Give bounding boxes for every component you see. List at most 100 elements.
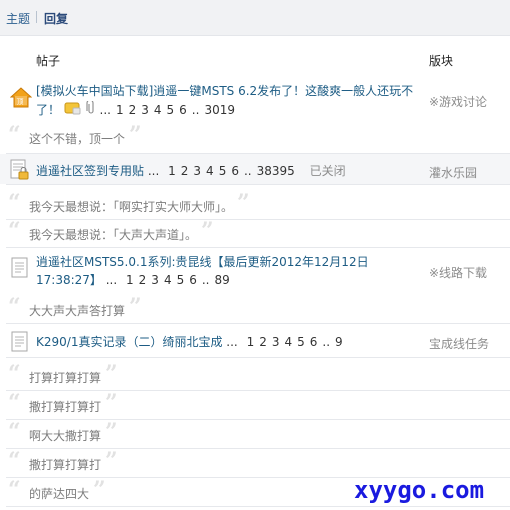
page-link-last[interactable]: 38395 bbox=[257, 164, 295, 178]
row-divider bbox=[6, 357, 510, 358]
reply-row: “ 啊大大撒打算 ” bbox=[0, 420, 510, 449]
thread-title-1-line2[interactable]: 了！ bbox=[36, 103, 60, 117]
page-link[interactable]: 4 bbox=[206, 164, 214, 178]
thread-title-3[interactable]: 逍遥社区MSTS5.0.1系列:贵昆线【最后更新2012年12月12日 bbox=[36, 254, 424, 271]
page-link[interactable]: 4 bbox=[154, 103, 162, 117]
quote-close-icon: ” bbox=[105, 361, 118, 387]
page-link[interactable]: 1 bbox=[168, 164, 176, 178]
row-divider bbox=[6, 184, 510, 185]
page-link[interactable]: 5 bbox=[297, 335, 305, 349]
row-divider bbox=[6, 506, 510, 507]
page-link[interactable]: 3 bbox=[141, 103, 149, 117]
page-link[interactable]: 2 bbox=[129, 103, 137, 117]
thread-icon bbox=[10, 331, 30, 353]
thread-title-3-row2: 17:38:27】 ... 1 2 3 4 5 6.. 89 bbox=[36, 272, 235, 289]
page-link[interactable]: 1 bbox=[116, 103, 124, 117]
thread-2-pager: ... 1 2 3 4 5 6.. 38395 bbox=[148, 164, 304, 178]
column-header-post: 帖子 bbox=[36, 54, 61, 68]
tab-divider bbox=[36, 11, 37, 23]
thread-title-2-row: 逍遥社区签到专用贴 ... 1 2 3 4 5 6.. 38395 已关闭 bbox=[36, 163, 346, 180]
thread-3-forum[interactable]: ※线路下载 bbox=[429, 264, 487, 281]
quote-close-icon: ” bbox=[201, 218, 214, 244]
reply-row: “ 撒打算打算打 ” bbox=[0, 391, 510, 420]
pager-ellipsis: ... bbox=[226, 335, 238, 349]
thread-3-pager: ... 1 2 3 4 5 6.. 89 bbox=[106, 273, 235, 287]
page-link[interactable]: 6 bbox=[231, 164, 239, 178]
quote-open-icon: “ bbox=[8, 419, 21, 445]
quote-open-icon: “ bbox=[8, 477, 21, 503]
page-link[interactable]: 2 bbox=[181, 164, 189, 178]
reply-row: “ 我今天最想说：「啊实打实大师大师」。 ” bbox=[0, 191, 510, 220]
page-link[interactable]: 2 bbox=[139, 273, 147, 287]
page-ellipsis: .. bbox=[243, 164, 252, 178]
page-link[interactable]: 1 bbox=[126, 273, 134, 287]
page-ellipsis: .. bbox=[201, 273, 210, 287]
thread-title-1[interactable]: [模拟火车中国站下载]逍遥一键MSTS 6.2发布了！这酸爽一般人还玩不 bbox=[36, 83, 424, 100]
quote-close-icon: ” bbox=[105, 448, 118, 474]
reply-text[interactable]: 大大声大声答打算 bbox=[29, 302, 125, 319]
reply-row: “ 大大声大声答打算 ” bbox=[0, 295, 510, 324]
page-link[interactable]: 5 bbox=[167, 103, 175, 117]
reward-icon bbox=[64, 101, 82, 120]
reply-row: “ 打算打算打算 ” bbox=[0, 362, 510, 391]
thread-title-4[interactable]: K290/1真实记录（二）绮丽北宝成 bbox=[36, 335, 222, 349]
attachment-icon bbox=[86, 99, 96, 120]
reply-text[interactable]: 撒打算打算打 bbox=[29, 398, 101, 415]
thread-4-forum[interactable]: 宝成线任务 bbox=[429, 335, 489, 352]
quote-open-icon: “ bbox=[8, 218, 21, 244]
page-link[interactable]: 6 bbox=[179, 103, 187, 117]
page-link[interactable]: 4 bbox=[284, 335, 292, 349]
page-link[interactable]: 1 bbox=[247, 335, 255, 349]
reply-text[interactable]: 我今天最想说：「啊实打实大师大师」。 bbox=[29, 198, 233, 215]
quote-open-icon: “ bbox=[8, 361, 21, 387]
page-ellipsis: .. bbox=[322, 335, 331, 349]
reply-text[interactable]: 啊大大撒打算 bbox=[29, 427, 101, 444]
quote-open-icon: “ bbox=[8, 122, 21, 148]
page-link[interactable]: 3 bbox=[193, 164, 201, 178]
thread-4-pager: ... 1 2 3 4 5 6.. 9 bbox=[226, 335, 347, 349]
page-link[interactable]: 3 bbox=[151, 273, 159, 287]
quote-close-icon: ” bbox=[129, 294, 142, 320]
page-link[interactable]: 4 bbox=[164, 273, 172, 287]
page-link[interactable]: 6 bbox=[310, 335, 318, 349]
tab-replies[interactable]: 回复 bbox=[44, 10, 68, 27]
quote-open-icon: “ bbox=[8, 390, 21, 416]
reply-row: “ 我今天最想说：「大声大声道」。 ” bbox=[0, 219, 510, 248]
pager-ellipsis: ... bbox=[147, 164, 160, 178]
thread-title-3-line2[interactable]: 17:38:27】 bbox=[36, 273, 102, 287]
thread-title-1-row2: 了！ ... 1 2 3 4 5 6.. 3019 bbox=[36, 99, 240, 120]
quote-close-icon: ” bbox=[237, 190, 250, 216]
thread-2-forum[interactable]: 灌水乐园 bbox=[429, 164, 477, 181]
tab-bar: 主题 回复 bbox=[0, 0, 510, 36]
page-ellipsis: .. bbox=[191, 103, 200, 117]
closed-status: 已关闭 bbox=[309, 164, 346, 178]
row-divider bbox=[6, 323, 510, 324]
locked-thread-icon bbox=[10, 159, 30, 181]
page-link[interactable]: 3 bbox=[272, 335, 280, 349]
site-watermark: xyygo.com bbox=[354, 476, 485, 504]
page-link[interactable]: 5 bbox=[177, 273, 185, 287]
reply-text[interactable]: 撒打算打算打 bbox=[29, 456, 101, 473]
quote-close-icon: ” bbox=[105, 419, 118, 445]
page-link[interactable]: 6 bbox=[189, 273, 197, 287]
thread-icon bbox=[10, 257, 30, 279]
page-link-last[interactable]: 9 bbox=[335, 335, 343, 349]
row-divider bbox=[6, 247, 510, 248]
thread-title-1-line1[interactable]: [模拟火车中国站下载]逍遥一键MSTS 6.2发布了！这酸爽一般人还玩不 bbox=[36, 83, 424, 100]
reply-text[interactable]: 的萨达四大 bbox=[29, 485, 89, 502]
page-link-last[interactable]: 3019 bbox=[204, 103, 235, 117]
page-link-last[interactable]: 89 bbox=[215, 273, 230, 287]
quote-close-icon: ” bbox=[105, 390, 118, 416]
reply-text[interactable]: 打算打算打算 bbox=[29, 369, 101, 386]
pager-ellipsis: ... bbox=[99, 103, 111, 117]
page-link[interactable]: 5 bbox=[219, 164, 227, 178]
reply-text[interactable]: 这个不错，顶一个 bbox=[29, 130, 125, 147]
page-link[interactable]: 2 bbox=[259, 335, 267, 349]
tab-topics[interactable]: 主题 bbox=[6, 10, 30, 27]
thread-1-forum[interactable]: ※游戏讨论 bbox=[429, 93, 487, 110]
quote-open-icon: “ bbox=[8, 294, 21, 320]
pinned-badge-text: 顶 bbox=[17, 98, 24, 106]
thread-title-2[interactable]: 逍遥社区签到专用贴 bbox=[36, 164, 144, 178]
quote-close-icon: ” bbox=[93, 477, 106, 503]
reply-text[interactable]: 我今天最想说：「大声大声道」。 bbox=[29, 226, 197, 243]
